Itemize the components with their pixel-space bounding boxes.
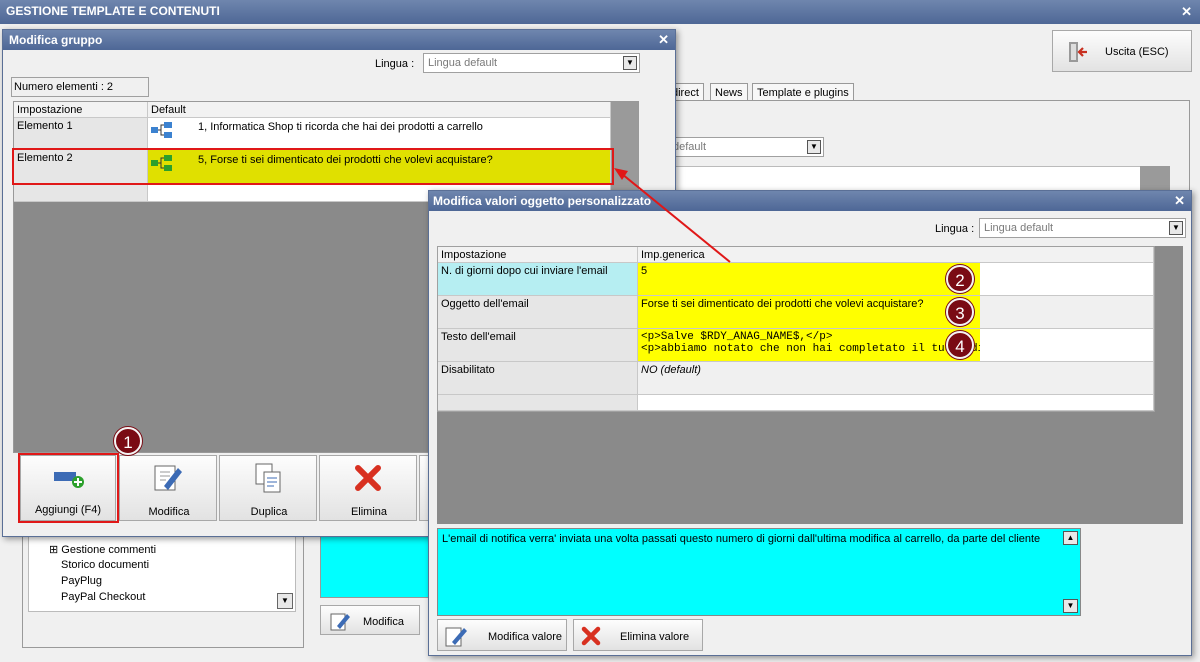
badge-label: 4 — [955, 337, 965, 356]
badge-1: 1 — [114, 427, 142, 455]
annotation-arrow — [614, 168, 731, 263]
badge-2: 2 — [946, 265, 974, 293]
badge-label: 1 — [123, 433, 133, 452]
badge-4: 4 — [946, 331, 974, 359]
badge-label: 2 — [955, 271, 965, 290]
badge-label: 3 — [955, 304, 965, 323]
badge-3: 3 — [946, 298, 974, 326]
